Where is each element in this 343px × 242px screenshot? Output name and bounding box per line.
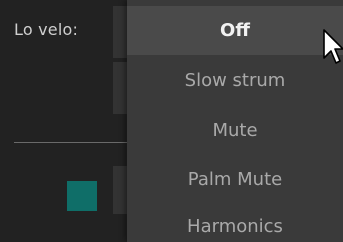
articulation-dropdown-menu: Off Slow strum Mute Palm Mute Harmonics bbox=[127, 0, 343, 242]
menu-item-label: Palm Mute bbox=[187, 169, 283, 190]
menu-item-label: Off bbox=[220, 20, 250, 41]
lo-velo-control[interactable] bbox=[113, 6, 127, 58]
menu-item-mute[interactable]: Mute bbox=[127, 106, 343, 155]
menu-item-label: Harmonics bbox=[187, 216, 283, 237]
menu-item-off[interactable]: Off bbox=[127, 6, 343, 55]
plugin-panel: Lo velo: Off Slow strum Mute Palm Mute H… bbox=[0, 0, 343, 242]
menu-item-label: Slow strum bbox=[184, 70, 286, 91]
menu-item-palm-mute[interactable]: Palm Mute bbox=[127, 155, 343, 204]
menu-item-label: Mute bbox=[212, 120, 258, 141]
swatch-control[interactable] bbox=[113, 166, 127, 214]
secondary-control[interactable] bbox=[113, 62, 127, 114]
menu-item-slow-strum[interactable]: Slow strum bbox=[127, 56, 343, 105]
menu-item-harmonics[interactable]: Harmonics bbox=[127, 202, 343, 242]
section-divider bbox=[14, 142, 127, 143]
lo-velo-label: Lo velo: bbox=[14, 20, 79, 39]
color-swatch[interactable] bbox=[67, 181, 97, 211]
